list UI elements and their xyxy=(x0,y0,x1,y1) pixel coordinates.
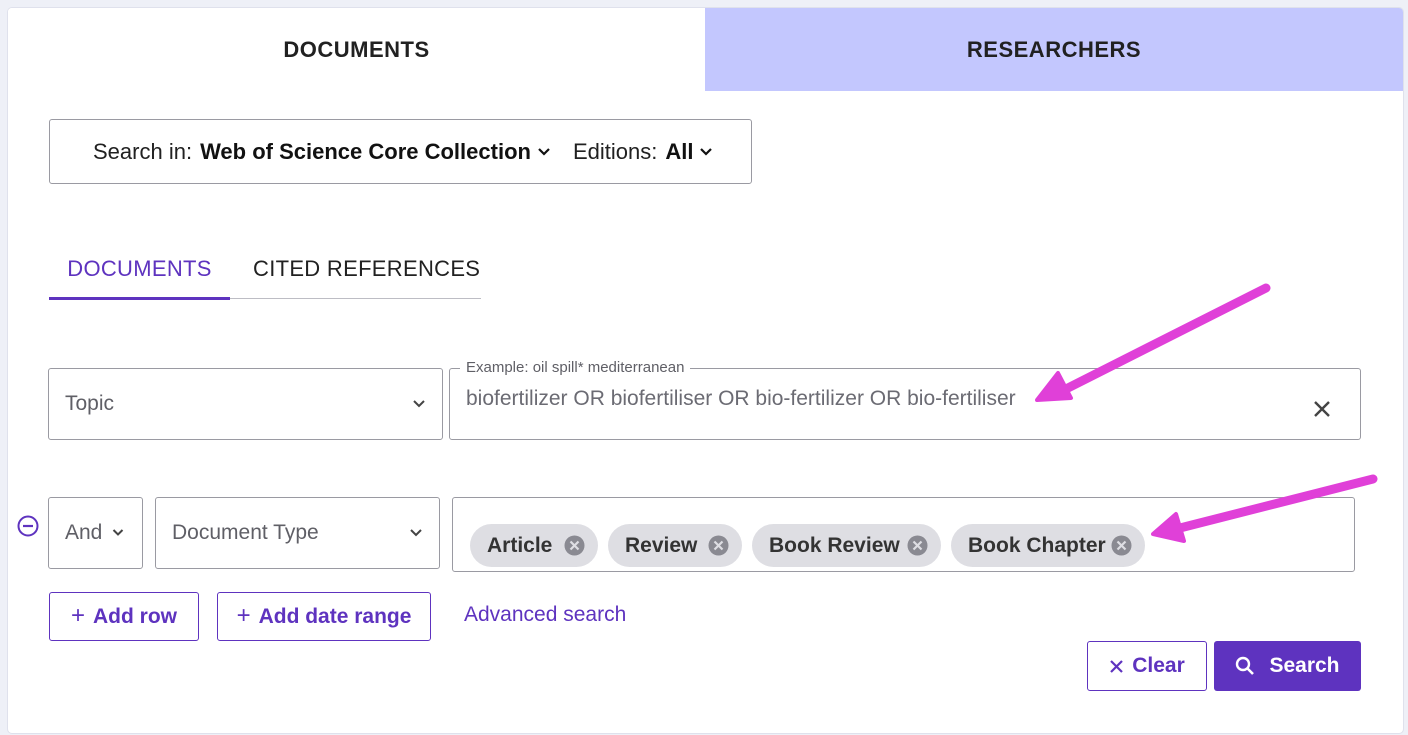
chip-label: Book Chapter xyxy=(968,533,1106,557)
chevron-down-icon xyxy=(412,399,426,409)
subtab-documents[interactable]: DOCUMENTS xyxy=(49,240,230,300)
minus-circle-icon[interactable] xyxy=(17,515,39,537)
search-label: Search xyxy=(1269,654,1340,677)
add-row-label: Add row xyxy=(93,604,177,628)
editions-value: All xyxy=(665,138,694,164)
chip-book-review: Book Review xyxy=(752,524,941,567)
chip-label: Article xyxy=(487,533,553,557)
sub-tabs: DOCUMENTS CITED REFERENCES xyxy=(49,240,481,300)
editions-dropdown[interactable]: Editions: All xyxy=(573,139,736,165)
field-select-topic[interactable]: Topic xyxy=(48,368,443,440)
operator-value: And xyxy=(65,521,103,544)
operator-select[interactable]: And xyxy=(48,497,143,569)
chevron-down-icon xyxy=(699,147,713,157)
tab-researchers[interactable]: RESEARCHERS xyxy=(705,8,1403,91)
plus-icon: + xyxy=(70,601,85,629)
search-icon xyxy=(1235,656,1255,676)
add-row-button[interactable]: + Add row xyxy=(49,592,199,641)
plus-icon: + xyxy=(236,601,251,629)
chip-label: Review xyxy=(625,533,698,557)
chip-remove-icon[interactable] xyxy=(708,535,729,556)
chip-remove-icon[interactable] xyxy=(907,535,928,556)
chip-book-chapter: Book Chapter xyxy=(951,524,1145,567)
add-date-range-button[interactable]: + Add date range xyxy=(217,592,431,641)
search-button[interactable]: Search xyxy=(1214,641,1361,691)
chip-review: Review xyxy=(608,524,742,567)
subtab-cited-references[interactable]: CITED REFERENCES xyxy=(253,240,480,298)
clear-label: Clear xyxy=(1132,654,1185,677)
close-icon[interactable] xyxy=(1312,399,1332,419)
editions-label: Editions: xyxy=(572,138,658,164)
field-select-document-type[interactable]: Document Type xyxy=(155,497,440,569)
chip-remove-icon[interactable] xyxy=(564,535,585,556)
document-type-chips[interactable]: Article Review Book Review Book Chapter xyxy=(452,497,1355,572)
search-in-label: Search in: xyxy=(93,138,193,164)
search-card: DOCUMENTS RESEARCHERS Search in: Web of … xyxy=(8,8,1403,733)
advanced-search-link[interactable]: Advanced search xyxy=(464,603,626,627)
query-input-label: Example: oil spill* mediterranean xyxy=(460,359,691,376)
chevron-down-icon xyxy=(112,529,124,538)
clear-button[interactable]: Clear xyxy=(1087,641,1207,691)
search-scope-bar: Search in: Web of Science Core Collectio… xyxy=(49,119,752,184)
chip-article: Article xyxy=(470,524,598,567)
query-input-value: biofertilizer OR biofertiliser OR bio-fe… xyxy=(466,387,1016,410)
add-date-range-label: Add date range xyxy=(258,604,412,628)
top-tabs: DOCUMENTS RESEARCHERS xyxy=(8,8,1403,91)
chip-label: Book Review xyxy=(769,533,900,557)
search-in-value: Web of Science Core Collection xyxy=(200,138,531,164)
tab-documents[interactable]: DOCUMENTS xyxy=(8,8,705,91)
close-icon xyxy=(1109,659,1124,674)
chevron-down-icon xyxy=(537,147,551,157)
chip-remove-icon[interactable] xyxy=(1111,535,1132,556)
collection-dropdown[interactable]: Search in: Web of Science Core Collectio… xyxy=(93,139,573,165)
chevron-down-icon xyxy=(409,528,423,538)
query-input[interactable]: Example: oil spill* mediterranean biofer… xyxy=(449,359,1361,440)
field-select-value: Topic xyxy=(65,392,115,415)
field-select-value: Document Type xyxy=(172,521,319,544)
